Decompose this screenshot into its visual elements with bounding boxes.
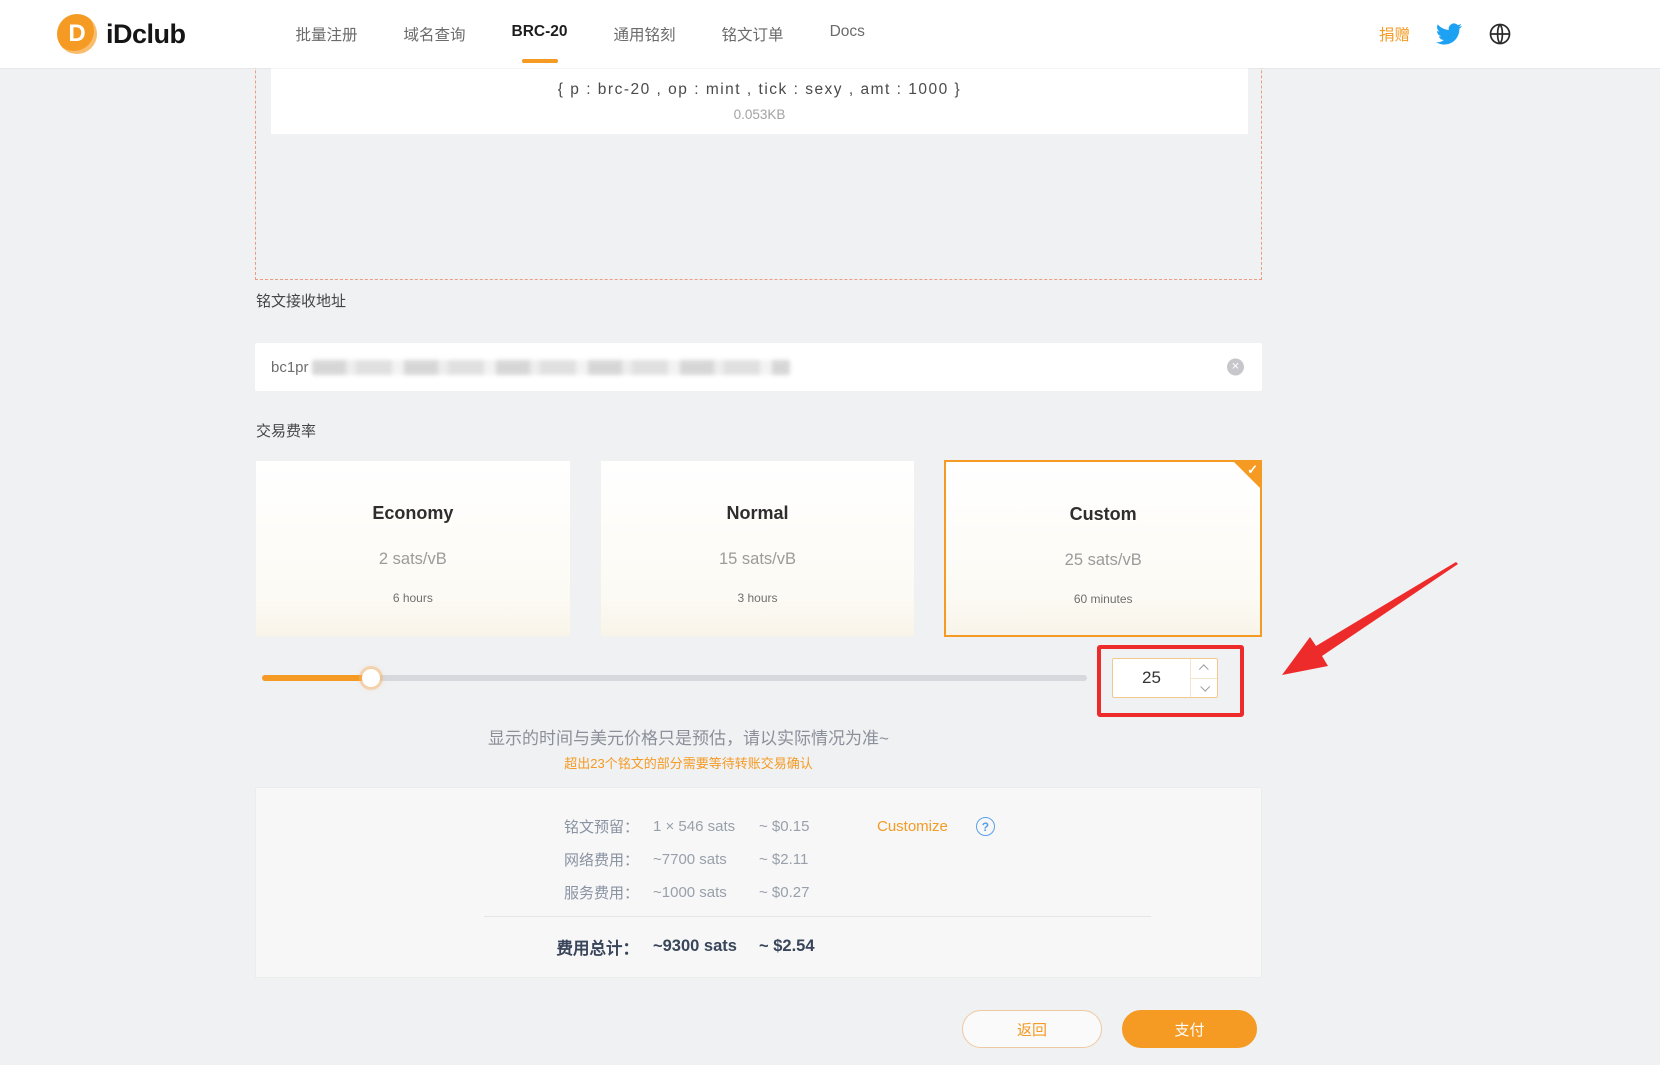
fee-card-economy[interactable]: Economy 2 sats/vB 6 hours	[255, 460, 571, 637]
clear-address-icon[interactable]: ✕	[1227, 359, 1244, 376]
nav-item-batch-register[interactable]: 批量注册	[296, 23, 358, 45]
nav-item-brc20[interactable]: BRC-20	[512, 23, 568, 45]
language-globe-icon[interactable]	[1488, 22, 1512, 46]
logo-icon: D	[57, 14, 97, 54]
active-tab-underline	[522, 59, 558, 63]
fee-slider-track[interactable]	[262, 675, 1087, 681]
summary-row-label: 铭文预留：	[551, 816, 639, 837]
header-right-cluster: 捐赠	[1379, 0, 1512, 68]
chevron-up-icon	[1198, 664, 1208, 674]
inscription-preview-card: { p : brc-20 , op : mint , tick : sexy ,…	[271, 57, 1248, 134]
fee-card-time: 3 hours	[737, 591, 777, 605]
receive-address-label: 铭文接收地址	[256, 290, 346, 311]
summary-row-reserve: 铭文预留： 1 × 546 sats ~ $0.15 Customize ?	[551, 810, 1261, 843]
stepper-up-button[interactable]	[1191, 659, 1217, 679]
logo[interactable]: D iDclub	[57, 14, 186, 54]
summary-row-label: 网络费用：	[551, 849, 639, 870]
receive-address-input[interactable]: bc1pr ✕	[255, 343, 1262, 391]
fee-card-normal[interactable]: Normal 15 sats/vB 3 hours	[600, 460, 916, 637]
summary-row-label: 服务费用：	[551, 882, 639, 903]
nav-item-docs[interactable]: Docs	[830, 23, 865, 45]
custom-fee-slider-row: 25	[255, 637, 1262, 727]
fee-slider-thumb[interactable]	[362, 669, 380, 687]
summary-row-total: 费用总计： ~9300 sats ~ $2.54	[551, 930, 1261, 963]
fee-card-custom[interactable]: Custom 25 sats/vB 60 minutes ✓	[944, 460, 1262, 637]
main-content: { p : brc-20 , op : mint , tick : sexy ,…	[255, 0, 1262, 1065]
logo-text: iDclub	[106, 19, 186, 50]
fee-option-cards: Economy 2 sats/vB 6 hours Normal 15 sats…	[255, 460, 1262, 637]
custom-fee-stepper: 25	[1112, 658, 1218, 698]
donate-link[interactable]: 捐赠	[1379, 23, 1410, 45]
summary-total-usd: ~ $2.54	[759, 937, 877, 956]
summary-row-sats: 1 × 546 sats	[639, 818, 759, 835]
pay-button[interactable]: 支付	[1122, 1010, 1257, 1048]
summary-row-usd: ~ $2.11	[759, 851, 877, 868]
inscription-json-text: { p : brc-20 , op : mint , tick : sexy ,…	[271, 81, 1248, 99]
summary-row-sats: ~7700 sats	[639, 851, 759, 868]
nav-item-brc20-label: BRC-20	[512, 23, 568, 40]
custom-fee-input[interactable]: 25	[1113, 659, 1190, 697]
stepper-buttons	[1190, 659, 1217, 697]
summary-divider	[484, 916, 1151, 917]
inscription-size-text: 0.053KB	[271, 107, 1248, 122]
top-navbar: D iDclub 批量注册 域名查询 BRC-20 通用铭刻 铭文订单 Docs…	[0, 0, 1660, 68]
summary-total-label: 费用总计：	[551, 935, 639, 959]
fee-rate-label: 交易费率	[256, 420, 316, 441]
summary-row-usd: ~ $0.27	[759, 884, 877, 901]
check-icon: ✓	[1247, 462, 1258, 478]
fee-card-time: 60 minutes	[1074, 592, 1133, 606]
back-button[interactable]: 返回	[962, 1010, 1102, 1048]
fee-card-rate: 2 sats/vB	[379, 550, 447, 569]
summary-row-network: 网络费用： ~7700 sats ~ $2.11	[551, 843, 1261, 876]
customize-link[interactable]: Customize	[877, 818, 948, 835]
nav-item-domain-query[interactable]: 域名查询	[404, 23, 466, 45]
summary-total-sats: ~9300 sats	[639, 937, 759, 956]
fee-summary-panel: 铭文预留： 1 × 546 sats ~ $0.15 Customize ? 网…	[255, 787, 1262, 978]
address-value-prefix: bc1pr	[271, 359, 309, 376]
fee-slider-fill	[262, 675, 371, 681]
overflow-note-text: 超出23个铭文的部分需要等待转账交易确认	[255, 753, 1262, 772]
fee-card-rate: 25 sats/vB	[1065, 551, 1142, 570]
summary-row-usd: ~ $0.15	[759, 818, 877, 835]
fee-card-time: 6 hours	[393, 591, 433, 605]
action-buttons: 返回 支付	[962, 1010, 1257, 1048]
fee-card-title: Custom	[1070, 504, 1137, 525]
brc20-mint-page: { "header": { "logo_text": "iDclub", "na…	[0, 0, 1660, 1065]
stepper-down-button[interactable]	[1191, 679, 1217, 698]
nav-item-general-inscribe[interactable]: 通用铭刻	[614, 23, 676, 45]
fee-card-rate: 15 sats/vB	[719, 550, 796, 569]
nav-item-inscription-orders[interactable]: 铭文订单	[722, 23, 784, 45]
fee-card-title: Normal	[727, 503, 789, 524]
summary-row-service: 服务费用： ~1000 sats ~ $0.27	[551, 876, 1261, 909]
help-icon[interactable]: ?	[976, 817, 995, 836]
address-redacted-blur	[312, 360, 790, 375]
twitter-icon[interactable]	[1436, 21, 1462, 47]
summary-row-sats: ~1000 sats	[639, 884, 759, 901]
fee-card-title: Economy	[372, 503, 453, 524]
annotation-red-arrow	[1260, 540, 1480, 700]
estimate-note-text: 显示的时间与美元价格只是预估，请以实际情况为准~	[255, 724, 1262, 749]
main-nav: 批量注册 域名查询 BRC-20 通用铭刻 铭文订单 Docs	[296, 23, 865, 45]
chevron-down-icon	[1200, 682, 1210, 692]
